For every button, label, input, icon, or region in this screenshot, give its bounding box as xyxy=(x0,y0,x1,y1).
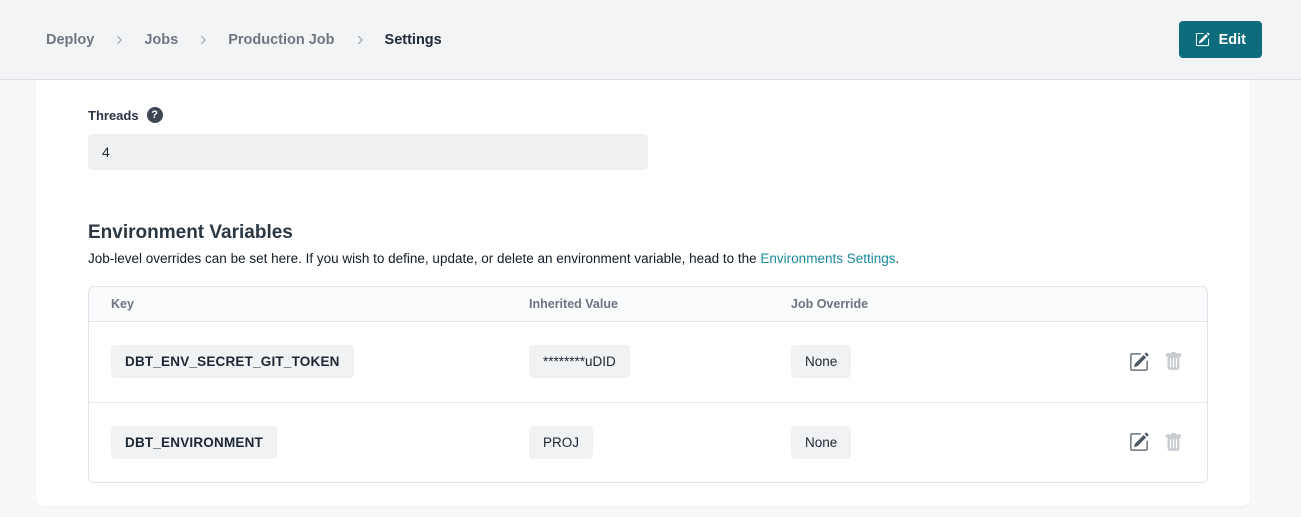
pencil-square-icon xyxy=(1129,360,1149,375)
edit-row-button[interactable] xyxy=(1129,432,1149,452)
env-var-key-badge: DBT_ENV_SECRET_GIT_TOKEN xyxy=(111,345,354,378)
breadcrumb-item-jobs[interactable]: Jobs xyxy=(144,32,178,48)
description-text: Job-level overrides can be set here. If … xyxy=(88,251,760,266)
edit-button-label: Edit xyxy=(1219,32,1246,48)
table-row: DBT_ENV_SECRET_GIT_TOKEN ********uDID No… xyxy=(89,322,1207,402)
breadcrumb-item-production-job[interactable]: Production Job xyxy=(228,32,334,48)
row-actions xyxy=(1129,432,1183,452)
table-row: DBT_ENVIRONMENT PROJ None xyxy=(89,402,1207,482)
breadcrumb-item-deploy[interactable]: Deploy xyxy=(46,32,94,48)
trash-icon xyxy=(1164,440,1183,455)
breadcrumb: Deploy Jobs Production Job Settings xyxy=(46,32,442,48)
environment-variables-section: Environment Variables Job-level override… xyxy=(88,222,1208,483)
help-icon[interactable]: ? xyxy=(147,107,163,123)
breadcrumb-item-settings: Settings xyxy=(385,32,442,48)
description-suffix: . xyxy=(896,251,900,266)
settings-card: Threads ? Environment Variables Job-leve… xyxy=(36,80,1250,506)
pencil-square-icon xyxy=(1129,440,1149,455)
env-var-key-badge: DBT_ENVIRONMENT xyxy=(111,426,277,459)
row-actions xyxy=(1129,352,1183,372)
delete-row-button[interactable] xyxy=(1164,352,1183,371)
edit-row-button[interactable] xyxy=(1129,352,1149,372)
environments-settings-link[interactable]: Environments Settings xyxy=(760,251,895,266)
page-header: Deploy Jobs Production Job Settings Edit xyxy=(0,0,1301,80)
column-header-key: Key xyxy=(111,297,529,311)
delete-row-button[interactable] xyxy=(1164,433,1183,452)
column-header-job-override: Job Override xyxy=(791,297,1183,311)
job-override-badge: None xyxy=(791,426,851,459)
chevron-right-icon xyxy=(355,35,365,45)
threads-input[interactable] xyxy=(88,134,648,170)
edit-button[interactable]: Edit xyxy=(1179,21,1262,58)
chevron-right-icon xyxy=(114,35,124,45)
environment-variables-title: Environment Variables xyxy=(88,222,1208,244)
threads-label: Threads xyxy=(88,108,139,123)
inherited-value-badge: ********uDID xyxy=(529,345,630,378)
job-override-badge: None xyxy=(791,345,851,378)
threads-field-header: Threads ? xyxy=(88,107,1208,123)
environment-variables-table: Key Inherited Value Job Override DBT_ENV… xyxy=(88,286,1208,483)
inherited-value-badge: PROJ xyxy=(529,426,593,459)
column-header-inherited-value: Inherited Value xyxy=(529,297,791,311)
chevron-right-icon xyxy=(198,35,208,45)
trash-icon xyxy=(1164,359,1183,374)
environment-variables-description: Job-level overrides can be set here. If … xyxy=(88,250,1208,269)
table-header-row: Key Inherited Value Job Override xyxy=(89,287,1207,322)
pencil-square-icon xyxy=(1195,32,1210,47)
